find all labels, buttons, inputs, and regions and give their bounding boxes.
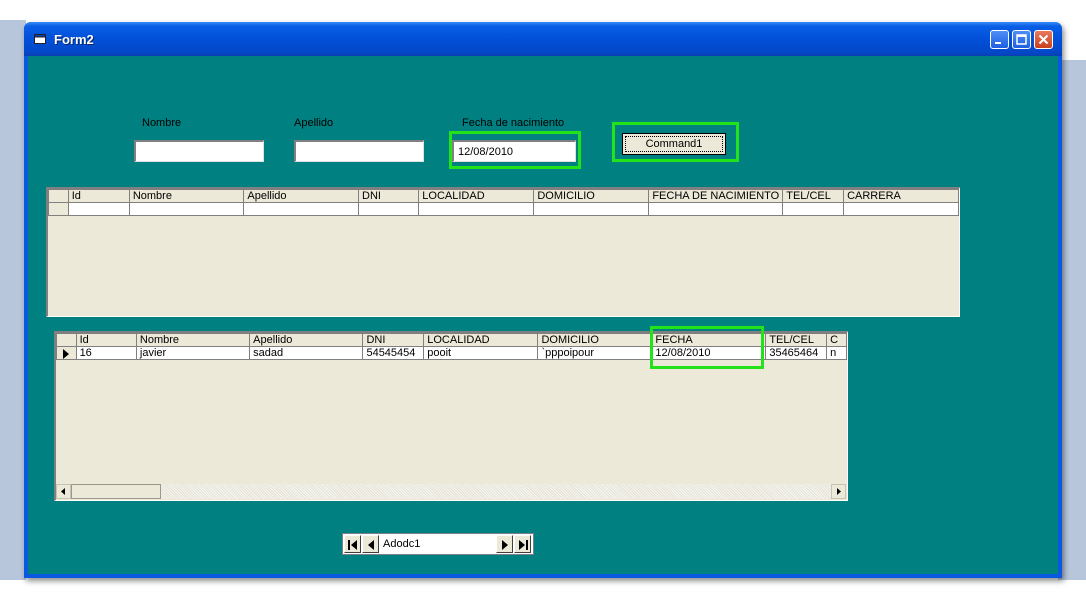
grid1-cell-fecha[interactable] [648, 202, 784, 216]
grid1-record-selector[interactable] [48, 202, 69, 216]
grid1-col-carrera[interactable]: CARRERA [843, 189, 959, 203]
scroll-left-button[interactable] [56, 484, 71, 499]
minimize-icon [995, 42, 1001, 44]
grid2-col-apellido[interactable]: Apellido [249, 333, 364, 347]
grid2-col-tel-cel[interactable]: TEL/CEL [765, 333, 828, 347]
grid1-col-tel-cel[interactable]: TEL/CEL [782, 189, 845, 203]
maximize-button[interactable] [1012, 30, 1031, 49]
datagrid-1-table: Id Nombre Apellido DNI LOCALIDAD DOMICIL… [48, 189, 959, 216]
grid1-corner [48, 189, 69, 203]
last-record-icon [519, 540, 528, 550]
grid2-col-id[interactable]: Id [75, 333, 137, 347]
command1-label: Command1 [625, 136, 723, 152]
grid1-col-fecha-nacimiento[interactable]: FECHA DE NACIMIENTO [648, 189, 784, 203]
adodc1-control[interactable]: Adodc1 [342, 533, 534, 555]
command1-button[interactable]: Command1 [622, 133, 726, 155]
datagrid-1-header-row: Id Nombre Apellido DNI LOCALIDAD DOMICIL… [48, 189, 959, 203]
grid1-cell-tel-cel[interactable] [782, 202, 845, 216]
grid2-cell-apellido[interactable]: sadad [249, 346, 364, 360]
grid2-cell-tel-cel[interactable]: 35465464 [765, 346, 828, 360]
grid1-cell-dni[interactable] [357, 202, 420, 216]
grid2-cell-c[interactable]: n [826, 346, 847, 360]
grid1-col-id[interactable]: Id [67, 189, 130, 203]
grid1-cell-id[interactable] [67, 202, 130, 216]
grid2-record-selector[interactable] [56, 346, 77, 360]
grid1-cell-apellido[interactable] [243, 202, 359, 216]
datagrid-1[interactable]: Id Nombre Apellido DNI LOCALIDAD DOMICIL… [46, 187, 960, 317]
grid2-col-dni[interactable]: DNI [362, 333, 425, 347]
grid2-cell-domicilio[interactable]: `pppoipour [537, 346, 653, 360]
grid1-col-localidad[interactable]: LOCALIDAD [418, 189, 535, 203]
maximize-icon [1016, 34, 1027, 45]
grid2-cell-dni[interactable]: 54545454 [362, 346, 425, 360]
desktop-background-left [0, 20, 26, 580]
grid1-col-nombre[interactable]: Nombre [128, 189, 245, 203]
scroll-thumb[interactable] [71, 484, 161, 499]
form-client-area: Nombre Apellido Fecha de nacimiento Comm… [28, 56, 1058, 574]
form-icon [34, 34, 46, 44]
scroll-right-icon [837, 488, 841, 495]
next-record-button[interactable] [496, 535, 513, 553]
grid2-cell-nombre[interactable]: javier [135, 346, 251, 360]
prev-record-button[interactable] [362, 535, 379, 553]
nombre-input[interactable] [134, 140, 264, 162]
grid1-col-apellido[interactable]: Apellido [243, 189, 359, 203]
grid2-cell-id[interactable]: 16 [75, 346, 137, 360]
next-record-icon [502, 540, 508, 550]
prev-record-icon [368, 540, 374, 550]
datagrid-2-horizontal-scrollbar[interactable] [56, 484, 846, 499]
close-button[interactable] [1034, 30, 1053, 49]
grid1-cell-carrera[interactable] [843, 202, 959, 216]
scroll-left-icon [61, 488, 65, 495]
grid2-corner [56, 333, 77, 347]
grid2-col-c[interactable]: C [826, 333, 847, 347]
grid2-col-domicilio[interactable]: DOMICILIO [537, 333, 653, 347]
last-record-button[interactable] [514, 535, 531, 553]
grid2-col-nombre[interactable]: Nombre [135, 333, 251, 347]
grid1-cell-domicilio[interactable] [533, 202, 650, 216]
desktop-background-right [1058, 60, 1086, 580]
adodc1-caption: Adodc1 [383, 538, 421, 550]
grid1-col-dni[interactable]: DNI [357, 189, 420, 203]
fecha-column-highlight [650, 326, 764, 369]
grid1-cell-nombre[interactable] [128, 202, 245, 216]
record-selector-arrow-icon [63, 348, 70, 359]
first-record-icon [348, 540, 357, 550]
grid1-cell-localidad[interactable] [418, 202, 535, 216]
grid2-cell-localidad[interactable]: pooit [423, 346, 539, 360]
table-row[interactable] [48, 202, 959, 216]
form2-window: Form2 Nombre Apellido Fecha de nacimient… [24, 22, 1062, 578]
scroll-right-button[interactable] [831, 484, 846, 499]
first-record-button[interactable] [344, 535, 361, 553]
apellido-label: Apellido [294, 117, 334, 129]
apellido-input[interactable] [294, 140, 424, 162]
grid2-col-localidad[interactable]: LOCALIDAD [423, 333, 539, 347]
nombre-label: Nombre [142, 117, 182, 129]
grid1-col-domicilio[interactable]: DOMICILIO [533, 189, 650, 203]
window-title: Form2 [54, 32, 94, 47]
fecha-nacimiento-label: Fecha de nacimiento [462, 117, 565, 129]
close-icon [1038, 34, 1049, 45]
title-bar[interactable]: Form2 [24, 22, 1062, 56]
fecha-nacimiento-input[interactable] [452, 140, 576, 162]
minimize-button[interactable] [990, 30, 1009, 49]
